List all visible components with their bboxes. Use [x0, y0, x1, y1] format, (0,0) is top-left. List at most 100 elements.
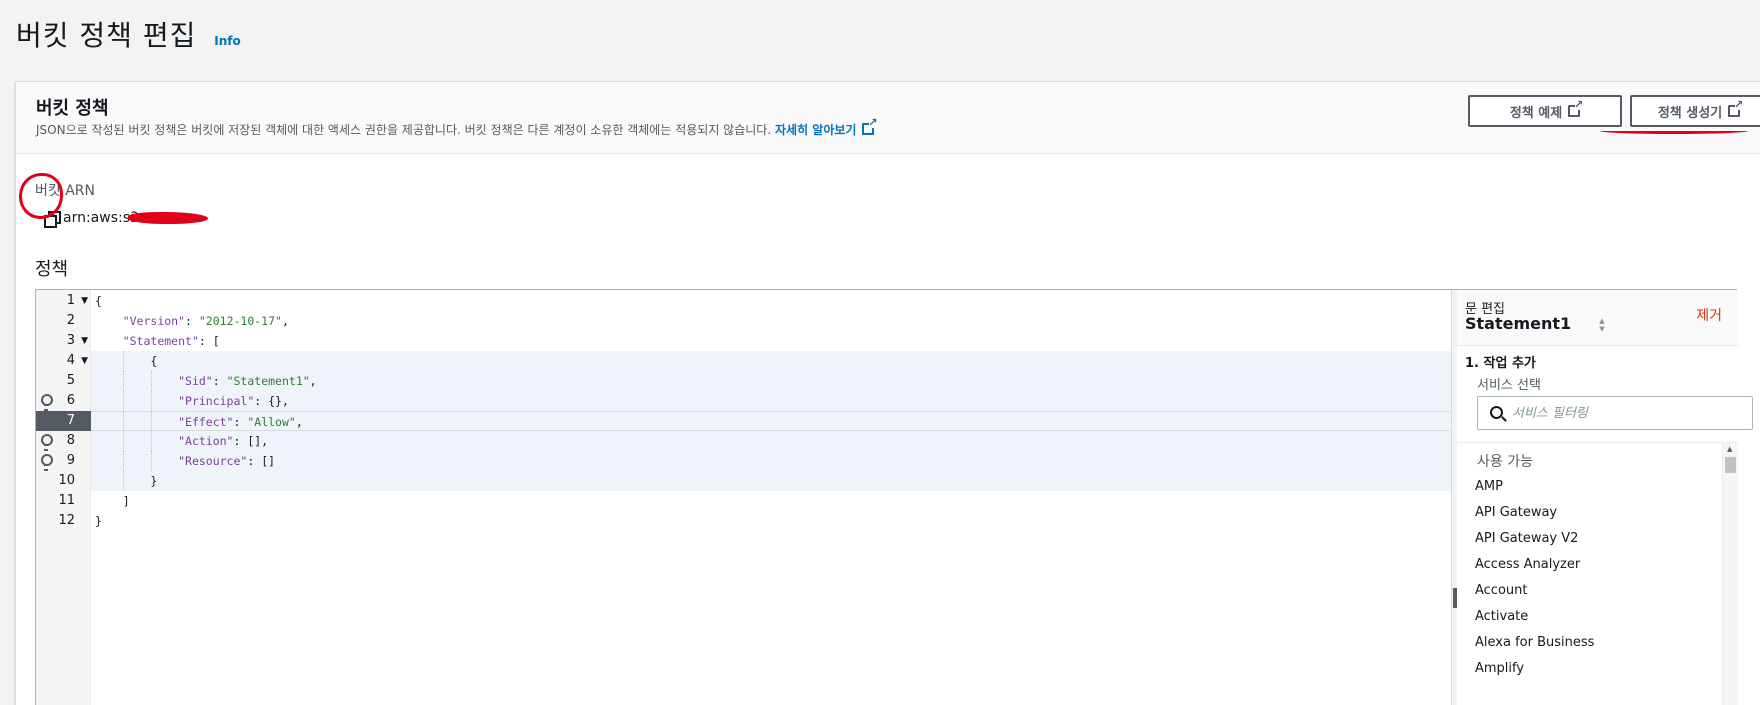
panel-description: JSON으로 작성된 버킷 정책은 버킷에 저장된 객체에 대한 액세스 권한을…	[36, 117, 877, 138]
code-text: "Version": "2012-10-17",	[122, 314, 289, 328]
service-item[interactable]: API Gateway V2	[1475, 531, 1578, 546]
line-number: 3 ▼	[36, 331, 91, 351]
code-line[interactable]: "Action": [],	[91, 431, 1451, 451]
code-text: "Principal": {},	[178, 394, 289, 408]
line-number-text: 8	[66, 433, 75, 448]
policy-label: 정책	[35, 259, 69, 280]
external-link-icon	[862, 117, 877, 135]
line-number-text: 12	[58, 513, 75, 528]
page-title: 버킷 정책 편집 Info	[16, 14, 241, 54]
line-number-text: 7	[66, 413, 75, 428]
service-item[interactable]: Account	[1475, 583, 1528, 598]
lightbulb-icon[interactable]	[41, 434, 53, 451]
fold-toggle-icon[interactable]: ▼	[81, 291, 88, 311]
panel-header: 버킷 정책 JSON으로 작성된 버킷 정책은 버킷에 저장된 객체에 대한 액…	[16, 82, 1760, 154]
line-number-text: 9	[66, 453, 75, 468]
add-action-step: 1. 작업 추가	[1465, 356, 1536, 371]
line-number-text: 3	[66, 333, 75, 348]
line-number: 8	[36, 431, 91, 451]
code-line[interactable]: "Version": "2012-10-17",	[91, 311, 1451, 331]
statement-stepper[interactable]: ▲ ▼	[1595, 317, 1609, 337]
fold-toggle-icon[interactable]: ▼	[81, 351, 88, 371]
policy-examples-button[interactable]: 정책 예제	[1468, 95, 1622, 127]
lightbulb-icon[interactable]	[41, 454, 53, 471]
code-line[interactable]: "Sid": "Statement1",	[91, 371, 1451, 391]
code-line[interactable]: "Statement": [	[91, 331, 1451, 351]
learn-more-link[interactable]: 자세히 알아보기	[774, 117, 877, 137]
service-item[interactable]: AMP	[1475, 479, 1503, 494]
external-link-icon	[1728, 99, 1743, 117]
learn-more-label: 자세히 알아보기	[774, 123, 857, 137]
line-number-text: 4	[66, 353, 75, 368]
service-item[interactable]: Activate	[1475, 609, 1528, 624]
annotation-circle	[19, 173, 63, 219]
code-line[interactable]: "Principal": {},	[91, 391, 1451, 411]
line-number-text: 2	[66, 313, 75, 328]
line-number-text: 1	[66, 293, 75, 308]
line-number: 5	[36, 371, 91, 391]
code-line[interactable]: "Resource": []	[91, 451, 1451, 471]
available-label: 사용 가능	[1477, 454, 1533, 470]
search-icon	[1490, 406, 1503, 419]
service-filter-input[interactable]	[1512, 403, 1742, 423]
code-text: "Action": [],	[178, 434, 269, 448]
code-text: }	[95, 514, 102, 528]
line-number-text: 5	[66, 373, 75, 388]
line-number-text: 11	[58, 493, 75, 508]
code-text: "Sid": "Statement1",	[178, 374, 317, 388]
code-text: }	[95, 474, 158, 488]
line-number: 6	[36, 391, 91, 411]
external-link-icon	[1568, 99, 1583, 117]
code-text: "Resource": []	[178, 454, 276, 468]
redaction-mark	[128, 212, 208, 224]
annotation-underline	[1600, 128, 1748, 134]
fold-toggle-icon[interactable]: ▼	[81, 331, 88, 351]
statement-name: Statement1	[1465, 314, 1572, 333]
code-line[interactable]: }	[91, 511, 1451, 531]
policy-editor[interactable]: 1 ▼ 2 3 ▼ 4 ▼ 5 6 7 8 9 10 11 12 { "Version": "2012-10…	[35, 289, 1753, 705]
select-service-label: 서비스 선택	[1477, 378, 1541, 393]
line-number: 7	[36, 411, 91, 431]
code-text: {	[95, 294, 102, 308]
code-line[interactable]: ]	[91, 491, 1451, 511]
service-item[interactable]: Access Analyzer	[1475, 557, 1580, 572]
policy-generator-label: 정책 생성기	[1657, 105, 1723, 121]
page-title-text: 버킷 정책 편집	[16, 19, 197, 52]
service-item[interactable]: API Gateway	[1475, 505, 1557, 520]
line-number: 12	[36, 511, 91, 531]
line-number: 11	[36, 491, 91, 511]
remove-statement-button[interactable]: 제거	[1696, 305, 1722, 325]
code-line[interactable]: }	[91, 471, 1451, 491]
panel-title: 버킷 정책	[36, 98, 109, 119]
line-number: 9	[36, 451, 91, 471]
lightbulb-icon[interactable]	[41, 394, 53, 411]
service-filter[interactable]	[1477, 396, 1753, 430]
code-text: {	[95, 354, 158, 368]
code-area[interactable]: { "Version": "2012-10-17", "Statement": …	[91, 290, 1451, 705]
code-line[interactable]: {	[91, 291, 1451, 311]
statement-editor-panel: 문 편집 Statement1 ▲▼ 제거 1. 작업 추가 서비스 선택 사용…	[1457, 290, 1753, 705]
code-line[interactable]: {	[91, 351, 1451, 371]
editor-gutter: 1 ▼ 2 3 ▼ 4 ▼ 5 6 7 8 9 10 11 12	[36, 290, 91, 705]
line-number: 1 ▼	[36, 291, 91, 311]
code-text: ]	[95, 494, 130, 508]
policy-generator-button[interactable]: 정책 생성기	[1630, 95, 1760, 127]
scroll-up-icon[interactable]: ▲	[1727, 445, 1732, 453]
info-link[interactable]: Info	[214, 34, 240, 48]
service-item[interactable]: Amplify	[1475, 661, 1524, 676]
service-list: 사용 가능 ▲ AMP API Gateway API Gateway V2 Acce…	[1457, 442, 1738, 705]
line-number-text: 10	[58, 473, 75, 488]
panel-description-text: JSON으로 작성된 버킷 정책은 버킷에 저장된 객체에 대한 액세스 권한을…	[36, 123, 772, 137]
code-text: "Statement": [	[122, 334, 220, 348]
code-text: "Effect": "Allow",	[178, 415, 303, 429]
statement-editor-header: 문 편집 Statement1 ▲ ▼ 제거	[1457, 290, 1738, 346]
service-list-scrollbar[interactable]: ▲	[1722, 443, 1738, 705]
line-number-text: 6	[66, 393, 75, 408]
scroll-thumb[interactable]	[1725, 457, 1736, 473]
code-line[interactable]: "Effect": "Allow",	[91, 411, 1451, 432]
line-number: 10	[36, 471, 91, 491]
line-number: 2	[36, 311, 91, 331]
service-item[interactable]: Alexa for Business	[1475, 635, 1594, 650]
line-number: 4 ▼	[36, 351, 91, 371]
policy-examples-label: 정책 예제	[1509, 105, 1563, 121]
